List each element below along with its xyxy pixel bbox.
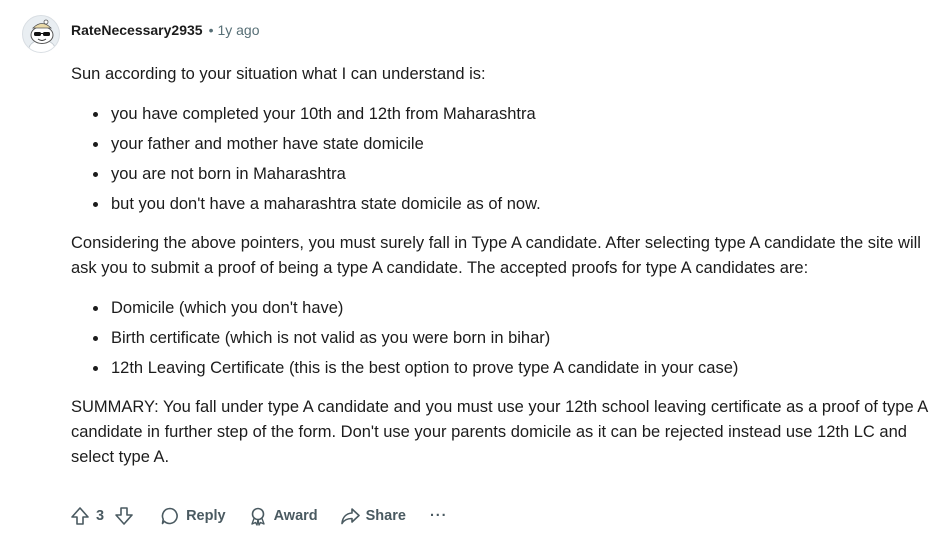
comment-meta: RateNecessary2935 • 1y ago [71, 22, 260, 38]
share-button[interactable]: Share [340, 502, 406, 530]
vote-count: 3 [96, 508, 105, 524]
downvote-button[interactable] [110, 502, 138, 530]
avatar[interactable] [22, 15, 60, 53]
award-button[interactable]: Award [248, 502, 318, 530]
summary-paragraph: SUMMARY: You fall under type A candidate… [71, 398, 928, 466]
intro-paragraph: Sun according to your situation what I c… [71, 65, 486, 83]
list-item: you have completed your 10th and 12th fr… [93, 99, 931, 129]
snoo-avatar-icon [28, 19, 56, 52]
reply-label: Reply [186, 508, 226, 524]
upvote-arrow-icon [71, 507, 89, 525]
list-item: Domicile (which you don't have) [93, 293, 931, 323]
comment-timestamp[interactable]: 1y ago [217, 22, 259, 38]
proofs-list: Domicile (which you don't have) Birth ce… [71, 293, 931, 383]
upvote-button[interactable] [66, 502, 94, 530]
comment-action-bar: 3 Reply Award Share ··· [66, 501, 447, 531]
share-label: Share [365, 508, 406, 524]
list-item: but you don't have a maharashtra state d… [93, 189, 931, 219]
situation-list: you have completed your 10th and 12th fr… [71, 99, 931, 219]
more-options-icon: ··· [429, 508, 448, 524]
award-label: Award [273, 508, 318, 524]
comment: RateNecessary2935 • 1y ago Sun according t… [0, 0, 948, 535]
list-item: you are not born in Maharashtra [93, 159, 931, 189]
more-options-button[interactable]: ··· [430, 502, 448, 530]
share-arrow-icon [340, 508, 360, 525]
comment-body: Sun according to your situation what I c… [71, 62, 931, 470]
author-username[interactable]: RateNecessary2935 [71, 22, 203, 38]
meta-separator: • [208, 22, 214, 38]
list-item: Birth certificate (which is not valid as… [93, 323, 931, 353]
downvote-arrow-icon [115, 507, 133, 525]
list-item: 12th Leaving Certificate (this is the be… [93, 353, 931, 383]
list-item: your father and mother have state domici… [93, 129, 931, 159]
considering-paragraph: Considering the above pointers, you must… [71, 234, 921, 277]
comment-header: RateNecessary2935 • 1y ago [22, 14, 260, 54]
award-icon [250, 507, 265, 526]
reply-button[interactable]: Reply [160, 502, 226, 530]
comment-bubble-icon [161, 507, 178, 525]
